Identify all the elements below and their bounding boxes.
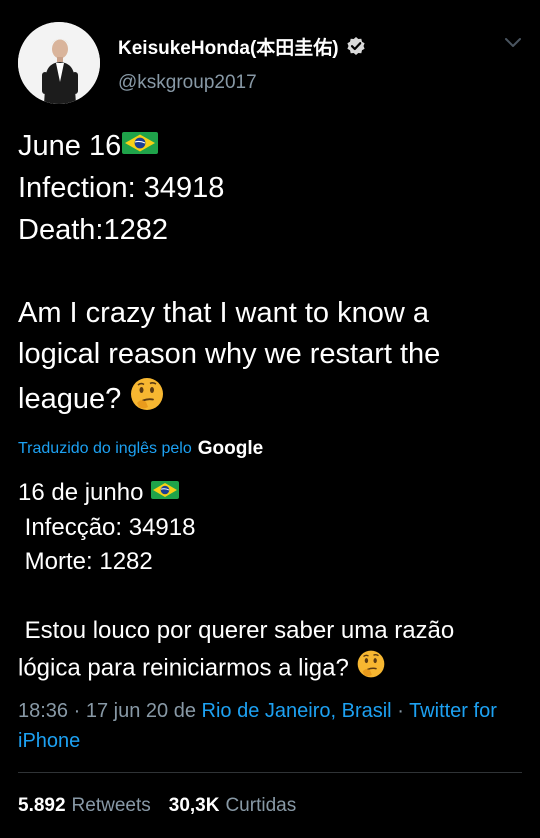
divider [18, 772, 522, 773]
tweet-time[interactable]: 18:36 [18, 700, 68, 722]
translated-label[interactable]: Traduzido do inglês pelo [18, 440, 192, 458]
tweet-line: Death:1282 [18, 213, 168, 246]
translation-attribution: Traduzido do inglês pelo Google [18, 436, 263, 462]
location-link[interactable]: Rio de Janeiro, Brasil [202, 700, 392, 722]
translated-line: Infecção: 34918 [18, 513, 196, 541]
tweet-text: June 16 Infection: 34918 Death:1282 Am I… [18, 126, 518, 424]
tweet-line: Am I crazy that I want to know a [18, 296, 429, 329]
google-logo: Google [197, 438, 264, 459]
translated-line: Estou louco por querer saber uma razão [18, 617, 455, 645]
translated-line: Morte: 1282 [18, 548, 153, 576]
name-row: KeisukeHonda(本田圭佑) [118, 33, 366, 60]
handle[interactable]: @kskgroup2017 [118, 72, 257, 94]
tweet-line: league? [18, 376, 518, 425]
tweet-date[interactable]: 17 jun 20 [86, 700, 168, 722]
tweet-header: KeisukeHonda(本田圭佑) @kskgroup2017 [18, 22, 524, 106]
tweet-line-text: league? [18, 382, 122, 415]
brazil-flag-emoji [150, 476, 180, 511]
likes-count[interactable]: 30,3K [169, 795, 220, 817]
separator-dot: · [397, 700, 404, 722]
thinking-face-emoji [129, 376, 165, 425]
tweet-line: logical reason why we restart the [18, 338, 441, 371]
tweet-meta: 18:36 · 17 jun 20 de Rio de Janeiro, Bra… [18, 696, 523, 756]
separator-dot: · [73, 700, 81, 722]
retweets-label[interactable]: Retweets [72, 795, 151, 817]
translated-line-text: lógica para reiniciarmos a liga? [18, 654, 349, 682]
chevron-down-icon[interactable] [504, 36, 522, 50]
avatar[interactable] [18, 22, 100, 104]
retweets-count[interactable]: 5.892 [18, 795, 66, 817]
tweet-line-text: June 16 [18, 130, 122, 162]
translated-line-text: 16 de junho [18, 479, 144, 506]
translated-text: 16 de junho Infecção: 34918 Morte: 1282 … [18, 476, 523, 689]
tweet-stats: 5.892 Retweets 30,3K Curtidas [18, 793, 296, 819]
brazil-flag-emoji [121, 127, 159, 169]
likes-label[interactable]: Curtidas [225, 795, 296, 817]
tweet-line: June 16 [18, 126, 518, 168]
tweet-line: Infection: 34918 [18, 172, 225, 205]
profile-photo [18, 22, 100, 104]
from-prefix: de [173, 700, 196, 722]
translated-line: 16 de junho [18, 476, 523, 511]
display-name[interactable]: KeisukeHonda(本田圭佑) [118, 33, 339, 60]
translated-line: lógica para reiniciarmos a liga? [18, 649, 523, 690]
thinking-face-emoji [356, 649, 386, 690]
verified-badge-icon [346, 36, 366, 56]
